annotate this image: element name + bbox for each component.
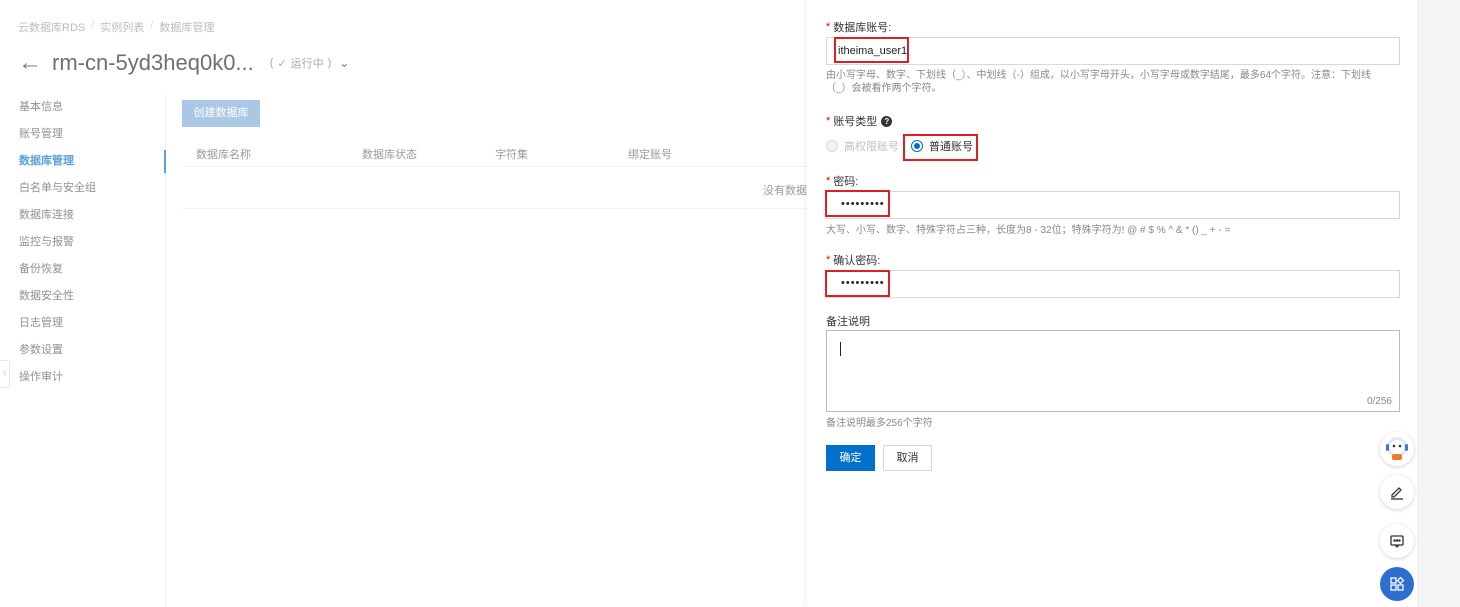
account-label-text: 数据库账号: xyxy=(833,22,892,34)
remark-hint: 备注说明最多256个字符 xyxy=(826,418,933,429)
create-account-drawer: * 数据库账号: itheima_user1 由小写字母、数字、下划线（_）、中… xyxy=(807,0,1417,607)
remark-textarea[interactable]: 0/256 xyxy=(826,330,1400,412)
account-type-label: * 账号类型 ? xyxy=(826,113,893,129)
annotation-box xyxy=(825,270,890,297)
account-label: * 数据库账号: xyxy=(826,19,891,35)
help-icon[interactable]: ? xyxy=(881,115,893,127)
confirm-button[interactable]: 确定 xyxy=(826,445,875,471)
overlay-mask[interactable] xyxy=(0,0,807,607)
annotation-box xyxy=(834,37,909,63)
required-mark: * xyxy=(826,175,831,187)
apps-icon[interactable] xyxy=(1380,567,1414,601)
radio-circle xyxy=(826,140,838,152)
assistant-avatar-icon[interactable] xyxy=(1380,432,1414,466)
required-mark: * xyxy=(826,21,831,33)
password-label-text: 密码: xyxy=(833,176,859,188)
annotation-box xyxy=(825,190,890,217)
password-hint: 大写、小写、数字、特殊字符占三种，长度为8 - 32位；特殊字符为! @ # $… xyxy=(826,225,1231,236)
cancel-button[interactable]: 取消 xyxy=(883,445,932,471)
background-page: 云数据库RDS / 实例列表 / 数据库管理 ← rm-cn-5yd3heq0k… xyxy=(0,0,807,607)
confirm-password-label: * 确认密码: xyxy=(826,252,880,268)
password-input[interactable]: ••••••••• xyxy=(826,191,1400,219)
account-type-label-text: 账号类型 xyxy=(833,116,878,128)
password-label: * 密码: xyxy=(826,173,858,189)
account-input[interactable]: itheima_user1 xyxy=(826,37,1400,65)
text-caret xyxy=(840,342,841,356)
remark-label: 备注说明 xyxy=(826,313,870,329)
char-counter: 0/256 xyxy=(1366,396,1392,407)
account-hint: 由小写字母、数字、下划线（_）、中划线（-）组成，以小写字母开头，小写字母或数字… xyxy=(826,70,1372,94)
edit-icon[interactable] xyxy=(1380,475,1414,509)
confirm-password-label-text: 确认密码: xyxy=(833,255,881,267)
radio-privileged-account: 高权限账号 xyxy=(826,138,899,154)
feedback-icon[interactable] xyxy=(1380,524,1414,558)
annotation-box xyxy=(903,134,978,161)
remark-label-text: 备注说明 xyxy=(826,316,870,328)
required-mark: * xyxy=(826,115,831,127)
required-mark: * xyxy=(826,254,831,266)
radio-label: 高权限账号 xyxy=(844,141,899,153)
confirm-password-input[interactable]: ••••••••• xyxy=(826,270,1400,298)
